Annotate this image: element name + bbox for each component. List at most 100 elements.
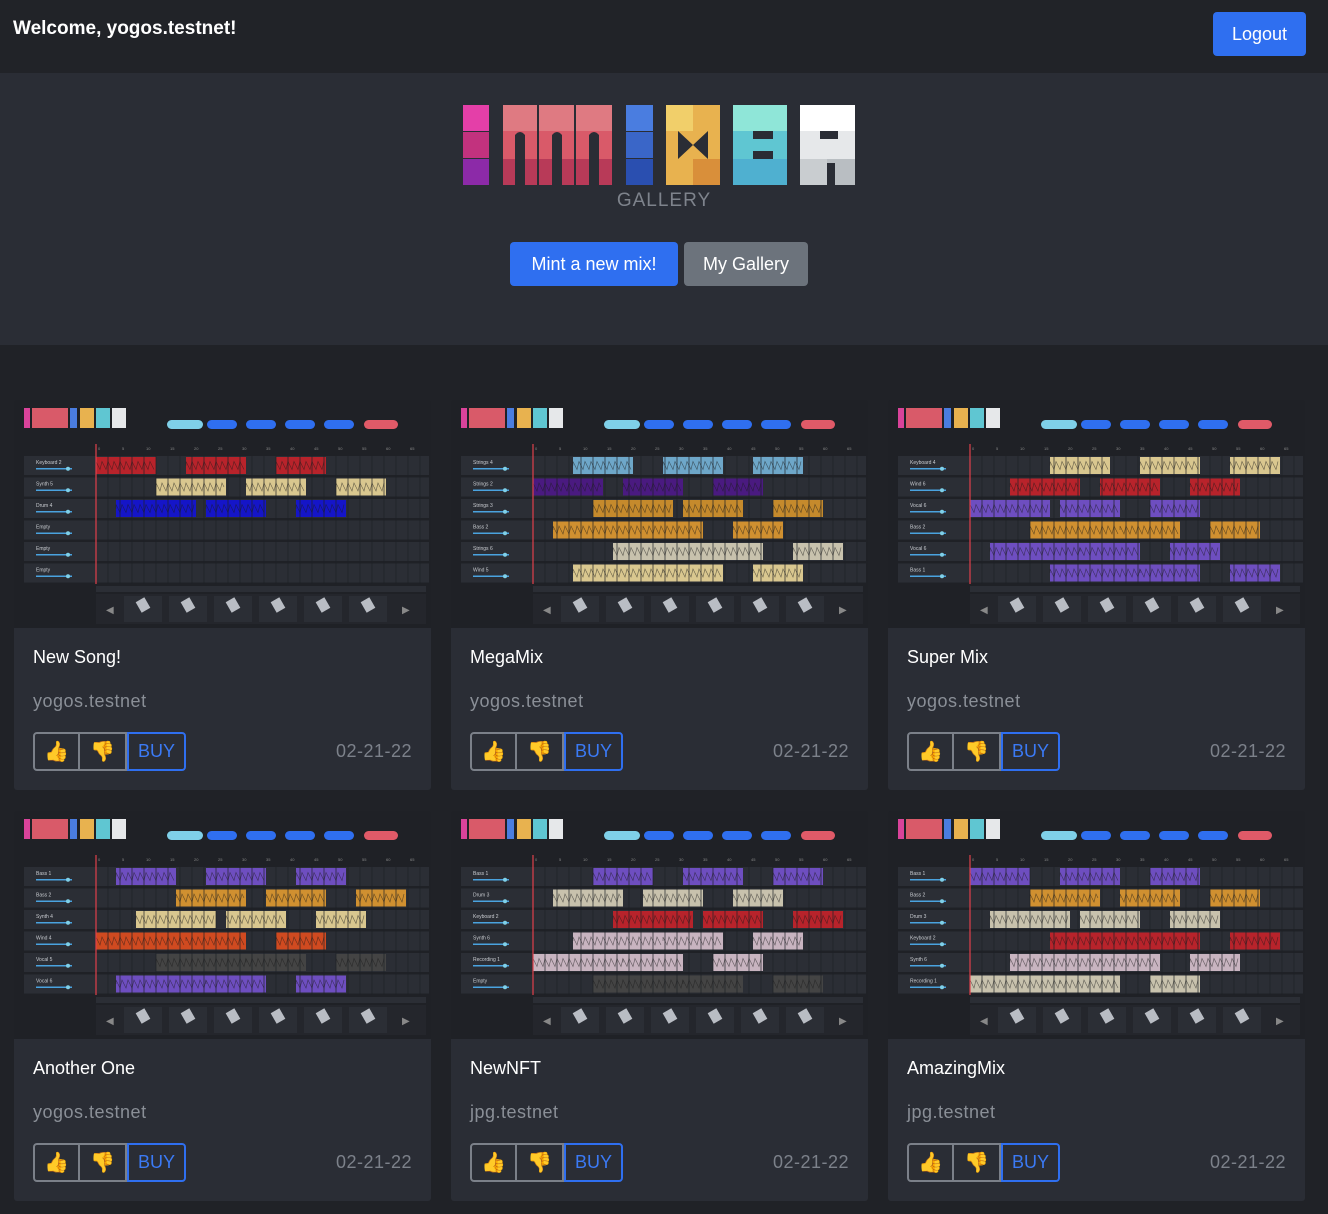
mix-thumbnail: 0 5 10 15 20 25 30 35 40 45 50 55 60 65 Bass 1Drum 3K… [451,811,868,1039]
card-actions: 👍 👎 BUY [907,1143,1060,1183]
svg-text:55: 55 [799,446,804,451]
track-label: Empty [473,979,488,985]
track-label: Keyboard 4 [910,460,936,466]
mix-thumbnail-frame[interactable]: 0 5 10 15 20 25 30 35 40 45 50 55 60 65 Strings 4 Stri… [451,400,868,628]
buy-button[interactable]: BUY [1001,732,1060,771]
svg-text:10: 10 [583,857,588,862]
track-label: Bass 1 [473,871,489,877]
mix-thumbnail-frame[interactable]: 0 5 10 15 20 25 30 35 40 45 50 55 60 65 Keyboard 2 Syn… [14,400,431,628]
svg-text:◀: ◀ [980,1016,988,1027]
svg-text:30: 30 [242,857,247,862]
mix-owner: yogos.testnet [33,691,147,711]
svg-text:50: 50 [1212,446,1217,451]
thumbs-down-button[interactable]: 👎 [517,732,564,771]
svg-text:35: 35 [266,446,271,451]
top-navbar: Welcome, yogos.testnet! Logout [0,0,1328,73]
track-label: Drum 4 [36,503,53,509]
mix-thumbnail-frame[interactable]: 0 5 10 15 20 25 30 35 40 45 50 55 60 65 Bass 1 Bass 2S… [14,811,431,1039]
mix-thumbnail: 0 5 10 15 20 25 30 35 40 45 50 55 60 65 Bass 1Bass 2S… [14,811,431,1039]
track-label: Keyboard 2 [910,936,936,942]
mix-card[interactable]: 0 5 10 15 20 25 30 35 40 45 50 55 60 65 Bass 1 Bass 2S… [14,811,431,1201]
track-label: Bass 1 [910,568,926,574]
buy-button[interactable]: BUY [1001,1143,1060,1182]
mix-thumbnail-frame[interactable]: 0 5 10 15 20 25 30 35 40 45 50 55 60 65 Keyboard 4 Win… [888,400,1305,628]
thumbs-down-button[interactable]: 👎 [80,732,127,771]
svg-text:20: 20 [1068,446,1073,451]
thumbs-up-button[interactable]: 👍 [470,1143,517,1182]
thumbs-up-button[interactable]: 👍 [907,1143,954,1182]
card-actions: 👍 👎 BUY [33,1143,186,1183]
thumbs-down-button[interactable]: 👎 [954,732,1001,771]
thumbs-up-button[interactable]: 👍 [33,732,80,771]
thumbs-up-icon: 👍 [918,1152,943,1174]
buy-button[interactable]: BUY [564,1143,623,1182]
svg-text:55: 55 [362,857,367,862]
svg-text:10: 10 [583,446,588,451]
track-label: Wind 6 [910,482,926,488]
track-label: Bass 2 [473,525,489,531]
mix-card[interactable]: 0 5 10 15 20 25 30 35 40 45 50 55 60 65 Strings 4 Stri… [451,400,868,790]
svg-text:◀: ◀ [106,1016,114,1027]
track-label: Wind 4 [36,936,52,942]
mix-card[interactable]: 0 5 10 15 20 25 30 35 40 45 50 55 60 65 Bass 1 Drum 3K… [451,811,868,1201]
track-label: Bass 2 [910,893,926,899]
mix-date: 02-21-22 [1209,1152,1286,1172]
buy-button[interactable]: BUY [564,732,623,771]
buy-button[interactable]: BUY [127,732,186,771]
mix-owner: yogos.testnet [33,1102,147,1122]
thumbs-up-button[interactable]: 👍 [33,1143,80,1182]
track-label: Recording 1 [473,957,500,963]
logout-button[interactable]: Logout [1213,12,1306,56]
track-label: Vocal 6 [36,979,53,985]
track-label: Drum 3 [910,914,927,920]
mint-new-mix-button[interactable]: Mint a new mix! [510,242,678,286]
svg-text:20: 20 [194,446,199,451]
mix-title: New Song! [33,647,122,667]
mix-thumbnail-frame[interactable]: 0 5 10 15 20 25 30 35 40 45 50 55 60 65 Bass 1 Drum 3K… [451,811,868,1039]
mix-thumbnail-frame[interactable]: 0 5 10 15 20 25 30 35 40 45 50 55 60 65 Bass 1 Bass 2D… [888,811,1305,1039]
svg-text:60: 60 [1260,446,1265,451]
track-label: Bass 1 [36,871,52,877]
mix-card[interactable]: 0 5 10 15 20 25 30 35 40 45 50 55 60 65 Keyboard 2 Syn… [14,400,431,790]
mix-card[interactable]: 0 5 10 15 20 25 30 35 40 45 50 55 60 65 Keyboard 4 Win… [888,400,1305,790]
track-label: Bass 2 [910,525,926,531]
thumbs-up-button[interactable]: 👍 [907,732,954,771]
svg-text:15: 15 [1044,446,1049,451]
welcome-text: Welcome, yogos.testnet! [13,18,237,39]
buy-button[interactable]: BUY [127,1143,186,1182]
svg-text:55: 55 [1236,857,1241,862]
svg-text:60: 60 [1260,857,1265,862]
thumbs-down-button[interactable]: 👎 [80,1143,127,1182]
card-actions: 👍 👎 BUY [470,732,623,772]
svg-text:60: 60 [823,446,828,451]
thumbs-up-button[interactable]: 👍 [470,732,517,771]
thumbs-down-button[interactable]: 👎 [517,1143,564,1182]
thumbs-down-icon: 👎 [527,1152,552,1174]
svg-text:◀: ◀ [543,605,551,616]
svg-text:◀: ◀ [980,605,988,616]
thumbs-down-icon: 👎 [90,1152,115,1174]
svg-text:▶: ▶ [839,1016,847,1027]
track-label: Keyboard 2 [473,914,499,920]
card-actions: 👍 👎 BUY [907,732,1060,772]
svg-text:60: 60 [386,857,391,862]
svg-text:45: 45 [1188,857,1193,862]
my-gallery-button[interactable]: My Gallery [684,242,808,286]
svg-text:15: 15 [1044,857,1049,862]
mix-date: 02-21-22 [772,1152,849,1172]
hero-section: GALLERY Mint a new mix! My Gallery [0,73,1328,345]
track-label: Recording 1 [910,979,937,985]
thumbs-up-icon: 👍 [481,741,506,763]
track-label: Wind 5 [473,568,489,574]
svg-text:25: 25 [218,446,223,451]
svg-text:10: 10 [1020,857,1025,862]
card-actions: 👍 👎 BUY [470,1143,623,1183]
svg-text:25: 25 [655,857,660,862]
track-label: Synth 6 [910,957,927,963]
mix-thumbnail: 0 5 10 15 20 25 30 35 40 45 50 55 60 65 Bass 1Bass 2D… [888,811,1305,1039]
mix-card[interactable]: 0 5 10 15 20 25 30 35 40 45 50 55 60 65 Bass 1 Bass 2D… [888,811,1305,1201]
mix-date: 02-21-22 [335,741,412,761]
mix-owner: jpg.testnet [907,1102,996,1122]
svg-text:45: 45 [314,857,319,862]
thumbs-down-button[interactable]: 👎 [954,1143,1001,1182]
